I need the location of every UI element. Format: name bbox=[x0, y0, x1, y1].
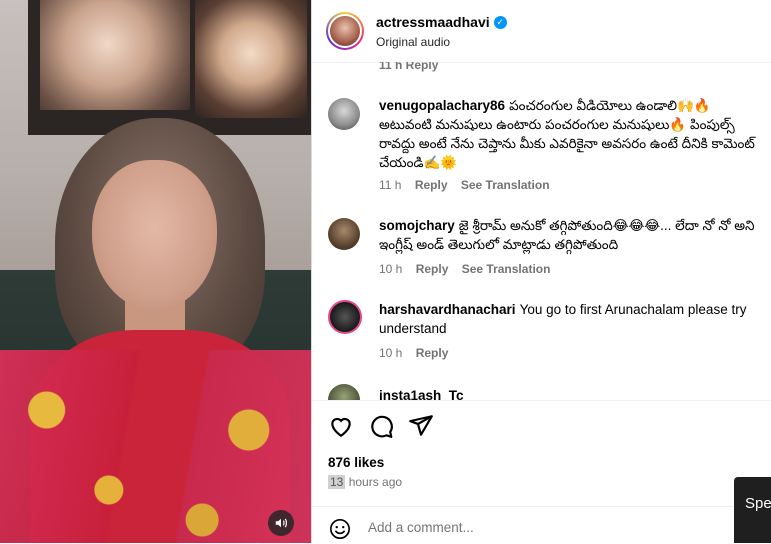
comment-body: harshavardhanachari You go to first Aruna… bbox=[379, 300, 764, 338]
commenter-username[interactable]: harshavardhanachari bbox=[379, 302, 516, 317]
comment-time: 10 h bbox=[379, 262, 403, 276]
comment-time: 11 h bbox=[379, 178, 402, 192]
comment-body: venugopalachary86 పంచరంగుల వీడియోలు ఉండాల… bbox=[379, 96, 764, 172]
speaker-icon bbox=[275, 518, 287, 528]
post-timestamp: 13 hours ago bbox=[328, 475, 402, 489]
author-avatar[interactable] bbox=[326, 12, 364, 50]
commenter-username[interactable]: somojchary bbox=[379, 218, 455, 233]
post-actions-bar bbox=[312, 400, 771, 451]
comment-meta: 10 h Reply bbox=[379, 346, 458, 360]
comment-meta: 11 h Reply See Translation bbox=[379, 178, 560, 192]
see-translation-button[interactable]: See Translation bbox=[462, 262, 551, 276]
comment-input[interactable] bbox=[368, 520, 728, 535]
emoji-icon[interactable] bbox=[329, 518, 351, 540]
commenter-avatar[interactable] bbox=[328, 218, 360, 250]
comment-time: 10 h bbox=[379, 346, 403, 360]
commenter-avatar[interactable] bbox=[328, 98, 360, 130]
see-translation-button[interactable]: See Translation bbox=[461, 178, 550, 192]
timestamp-rest: hours ago bbox=[345, 475, 403, 489]
author-username-row: actressmaadhavi ✓ bbox=[376, 14, 507, 30]
timestamp-highlight: 13 bbox=[328, 475, 346, 489]
commenter-avatar[interactable] bbox=[328, 300, 362, 334]
comment-body: somojchary జై శ్రీరామ్ అనుకో తగ్గిపోతుంది… bbox=[379, 216, 764, 254]
speak-overlay-button[interactable]: Spe bbox=[734, 477, 771, 543]
reel-video[interactable] bbox=[0, 0, 311, 543]
mute-toggle-button[interactable] bbox=[268, 510, 294, 536]
comment-composer bbox=[312, 506, 771, 544]
reply-button[interactable]: Reply bbox=[416, 262, 449, 276]
comments-list[interactable]: 11 h Reply venugopalachary86 పంచరంగుల వీడ… bbox=[312, 62, 771, 400]
cut-off-comment-meta: 11 h Reply bbox=[379, 62, 439, 72]
comment-meta: 10 h Reply See Translation bbox=[379, 262, 560, 276]
share-icon[interactable] bbox=[408, 413, 434, 439]
wall-photo-left bbox=[40, 0, 190, 110]
post-header: actressmaadhavi ✓ Original audio bbox=[312, 0, 771, 63]
commenter-username[interactable]: venugopalachary86 bbox=[379, 98, 505, 113]
verified-badge-icon: ✓ bbox=[493, 15, 507, 29]
reply-button[interactable]: Reply bbox=[416, 346, 449, 360]
reply-button[interactable]: Reply bbox=[415, 178, 448, 192]
original-audio-link[interactable]: Original audio bbox=[376, 35, 450, 49]
post-side-panel: actressmaadhavi ✓ Original audio 11 h Re… bbox=[311, 0, 771, 543]
person-face bbox=[92, 160, 217, 310]
wall-photo-right bbox=[195, 0, 307, 118]
heart-icon[interactable] bbox=[328, 413, 354, 439]
likes-count[interactable]: 876 likes bbox=[328, 455, 384, 470]
author-username[interactable]: actressmaadhavi bbox=[376, 14, 490, 30]
commenter-username[interactable]: insta1ash_Tc bbox=[379, 388, 464, 400]
comment-icon[interactable] bbox=[368, 413, 394, 439]
commenter-avatar[interactable] bbox=[328, 384, 360, 400]
comment-body: insta1ash_Tc bbox=[379, 386, 764, 400]
person-scarf bbox=[0, 350, 311, 543]
